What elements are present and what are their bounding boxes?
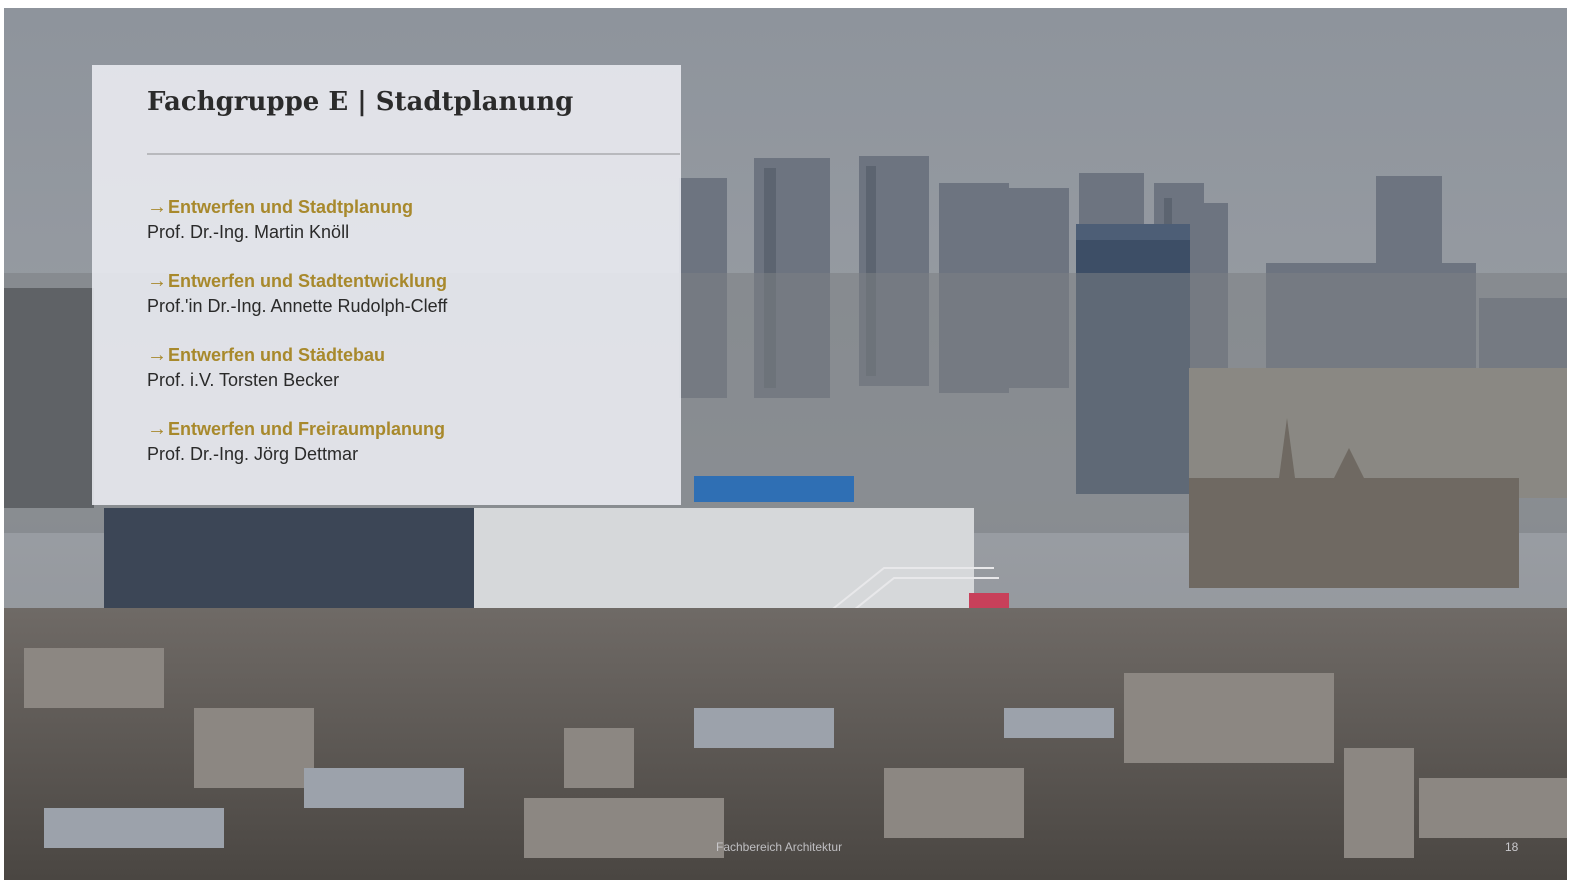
arrow-right-icon: → xyxy=(147,417,167,440)
slide-footer: Fachbereich Architektur xyxy=(716,840,843,854)
slide-title: Fachgruppe E | Stadtplanung xyxy=(147,87,574,117)
entry-heading: → Entwerfen und Freiraumplanung xyxy=(147,417,667,441)
entry-person: Prof. Dr.-Ing. Jörg Dettmar xyxy=(147,444,359,464)
entry-person: Prof. i.V. Torsten Becker xyxy=(147,370,340,390)
entry-list: → Entwerfen und Stadtplanung Prof. Dr.-I… xyxy=(147,195,667,491)
entry-item: → Entwerfen und Stadtplanung Prof. Dr.-I… xyxy=(147,195,667,269)
entry-heading: → Entwerfen und Städtebau xyxy=(147,343,667,367)
entry-heading: → Entwerfen und Stadtentwicklung xyxy=(147,269,667,293)
arrow-right-icon: → xyxy=(147,269,167,292)
entry-heading-text: Entwerfen und Städtebau xyxy=(168,344,386,365)
arrow-right-icon: → xyxy=(147,195,167,218)
entry-item: → Entwerfen und Freiraumplanung Prof. Dr… xyxy=(147,417,667,491)
entry-person: Prof. Dr.-Ing. Martin Knöll xyxy=(147,222,350,242)
entry-item: → Entwerfen und Stadtentwicklung Prof.'i… xyxy=(147,269,667,343)
title-divider xyxy=(147,153,680,155)
info-panel: Fachgruppe E | Stadtplanung → Entwerfen … xyxy=(92,65,681,505)
arrow-right-icon: → xyxy=(147,343,167,366)
entry-person: Prof.'in Dr.-Ing. Annette Rudolph-Cleff xyxy=(147,296,448,316)
presentation-slide: Fachgruppe E | Stadtplanung → Entwerfen … xyxy=(4,8,1567,880)
entry-heading-text: Entwerfen und Freiraumplanung xyxy=(168,418,446,439)
page-number: 18 xyxy=(1505,840,1519,854)
entry-heading-text: Entwerfen und Stadtentwicklung xyxy=(168,270,448,291)
entry-item: → Entwerfen und Städtebau Prof. i.V. Tor… xyxy=(147,343,667,417)
entry-heading-text: Entwerfen und Stadtplanung xyxy=(168,196,413,217)
entry-heading: → Entwerfen und Stadtplanung xyxy=(147,195,667,219)
